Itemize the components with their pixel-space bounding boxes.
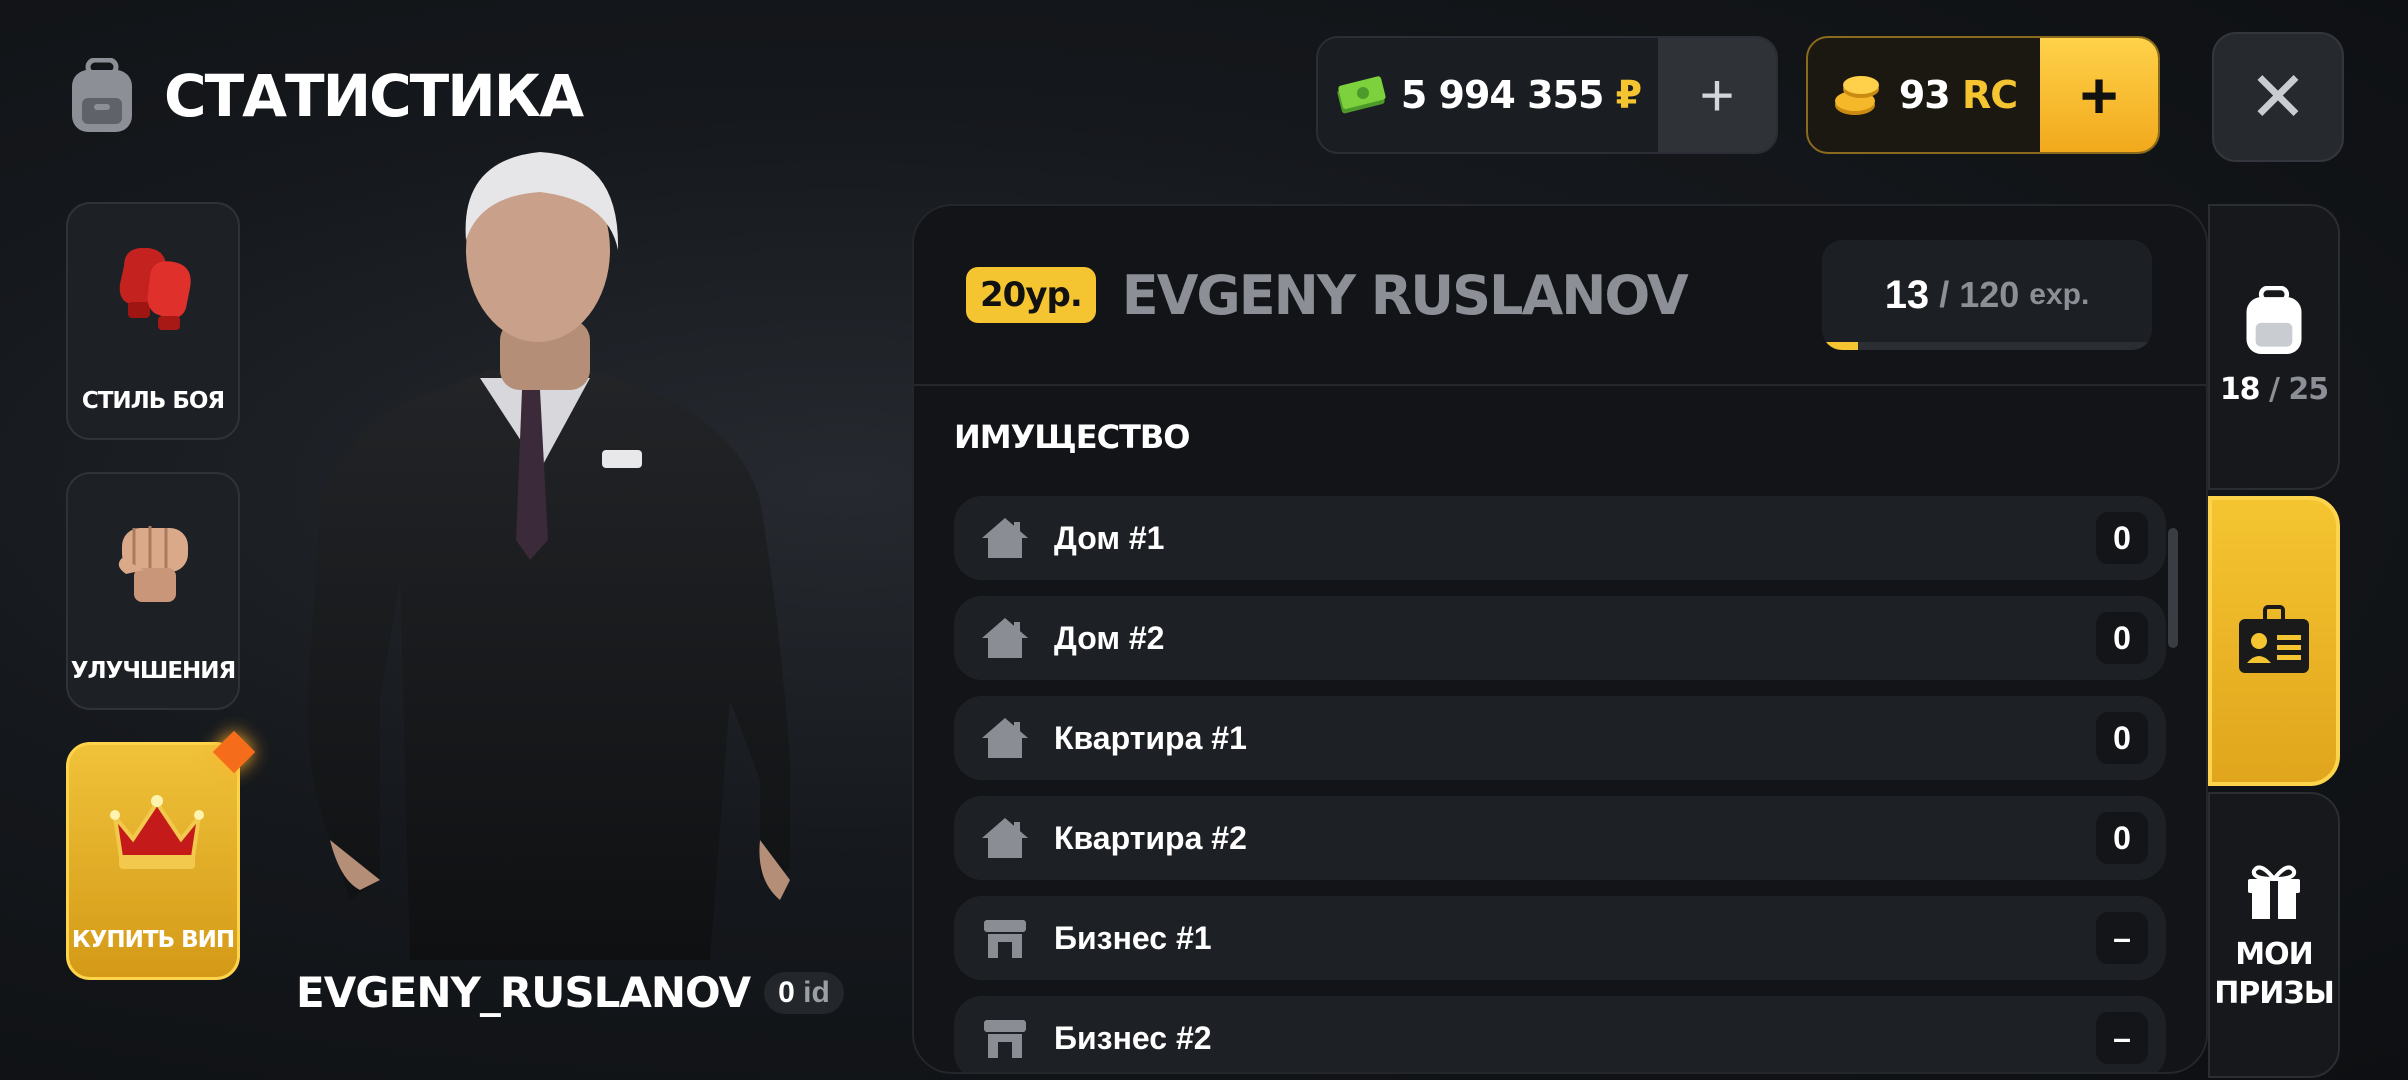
inventory-total: / 25 <box>2269 371 2329 407</box>
property-count: 0 <box>2096 512 2148 564</box>
add-rc-button[interactable]: + <box>2040 38 2158 152</box>
list-item[interactable]: Дом #1 0 <box>954 496 2166 580</box>
add-money-button[interactable]: + <box>1658 38 1776 152</box>
gift-icon <box>2248 865 2300 919</box>
house-icon <box>982 618 1028 658</box>
character-id-badge: 0 id <box>764 971 844 1014</box>
list-item[interactable]: Дом #2 0 <box>954 596 2166 680</box>
upgrades-button[interactable]: УЛУЧШЕНИЯ <box>66 472 240 710</box>
player-name: EVGENY RUSLANOV <box>1121 263 1689 327</box>
upgrades-label: УЛУЧШЕНИЯ <box>70 658 236 684</box>
property-count: – <box>2096 1012 2148 1064</box>
list-item[interactable]: Квартира #2 0 <box>954 796 2166 880</box>
tab-prizes[interactable]: МОИ ПРИЗЫ <box>2208 792 2340 1078</box>
close-button[interactable]: ✕ <box>2212 32 2344 162</box>
page-title: СТАТИСТИКА <box>164 62 584 130</box>
money-amount: 5 994 355 <box>1400 73 1605 117</box>
shop-icon <box>984 1020 1026 1058</box>
property-count: – <box>2096 912 2148 964</box>
character-id-label: id <box>803 975 830 1009</box>
id-card-icon <box>2239 605 2309 673</box>
shop-icon <box>984 920 1026 958</box>
house-icon <box>982 518 1028 558</box>
property-name: Дом #2 <box>1054 619 1165 656</box>
list-item[interactable]: Бизнес #2 – <box>954 996 2166 1072</box>
boxing-gloves-icon <box>119 247 191 330</box>
property-name: Квартира #1 <box>1054 719 1247 756</box>
ruble-symbol: ₽ <box>1615 73 1642 117</box>
notification-diamond-icon <box>212 730 256 774</box>
exp-unit: exp. <box>2029 278 2090 311</box>
rc-amount: 93 <box>1898 73 1951 117</box>
money-balance: 5 994 355 ₽ + <box>1316 36 1778 154</box>
list-item[interactable]: Бизнес #1 – <box>954 896 2166 980</box>
property-name: Дом #1 <box>1054 519 1165 556</box>
fight-style-label: СТИЛЬ БОЯ <box>81 388 225 414</box>
property-name: Бизнес #2 <box>1054 1019 1212 1056</box>
crown-icon <box>110 795 204 869</box>
coins-icon <box>1834 76 1879 115</box>
tab-profile[interactable] <box>2208 496 2340 786</box>
property-scrollbar[interactable] <box>2168 528 2178 648</box>
cash-icon <box>1337 76 1386 114</box>
tab-inventory[interactable]: 18 / 25 <box>2208 204 2340 490</box>
property-name: Квартира #2 <box>1054 819 1247 856</box>
page-header: СТАТИСТИКА <box>66 58 584 134</box>
exp-progress-fill <box>1822 342 1859 350</box>
prizes-label-line1: МОИ <box>2235 937 2313 972</box>
close-icon: ✕ <box>2248 58 2308 136</box>
property-count: 0 <box>2096 612 2148 664</box>
property-name: Бизнес #1 <box>1054 919 1212 956</box>
stats-panel: 20ур. EVGENY RUSLANOV 13 / 120 exp. ИМУЩ… <box>912 204 2208 1074</box>
backpack-icon <box>72 58 132 132</box>
level-badge: 20ур. <box>966 267 1096 323</box>
property-section-title: ИМУЩЕСТВО <box>954 418 1190 456</box>
rc-unit: RC <box>1961 73 2018 117</box>
buy-vip-button[interactable]: КУПИТЬ ВИП <box>66 730 256 980</box>
character-name: EVGENY_RUSLANOV <box>296 968 751 1017</box>
fist-icon <box>118 526 188 602</box>
property-count: 0 <box>2096 812 2148 864</box>
buy-vip-label: КУПИТЬ ВИП <box>71 927 235 953</box>
exp-progress-bar <box>1822 342 2152 350</box>
character-name-plate: EVGENY_RUSLANOV 0 id <box>296 968 844 1017</box>
exp-total: / 120 <box>1939 274 2020 315</box>
prizes-label-line2: ПРИЗЫ <box>2214 976 2335 1011</box>
backpack-icon <box>2246 285 2302 354</box>
house-icon <box>982 818 1028 858</box>
property-count: 0 <box>2096 712 2148 764</box>
exp-current: 13 <box>1884 272 1930 317</box>
inventory-current: 18 <box>2219 371 2261 407</box>
experience-box: 13 / 120 exp. <box>1822 240 2152 350</box>
profile-header: 20ур. EVGENY RUSLANOV 13 / 120 exp. <box>914 206 2206 386</box>
character-id-value: 0 <box>778 975 795 1009</box>
rc-balance: 93 RC + <box>1806 36 2160 154</box>
fight-style-button[interactable]: СТИЛЬ БОЯ <box>66 202 240 440</box>
property-list[interactable]: Дом #1 0 Дом #2 0 Квартира #1 0 Квартира… <box>954 496 2166 1072</box>
house-icon <box>982 718 1028 758</box>
character-model <box>307 152 790 960</box>
list-item[interactable]: Квартира #1 0 <box>954 696 2166 780</box>
